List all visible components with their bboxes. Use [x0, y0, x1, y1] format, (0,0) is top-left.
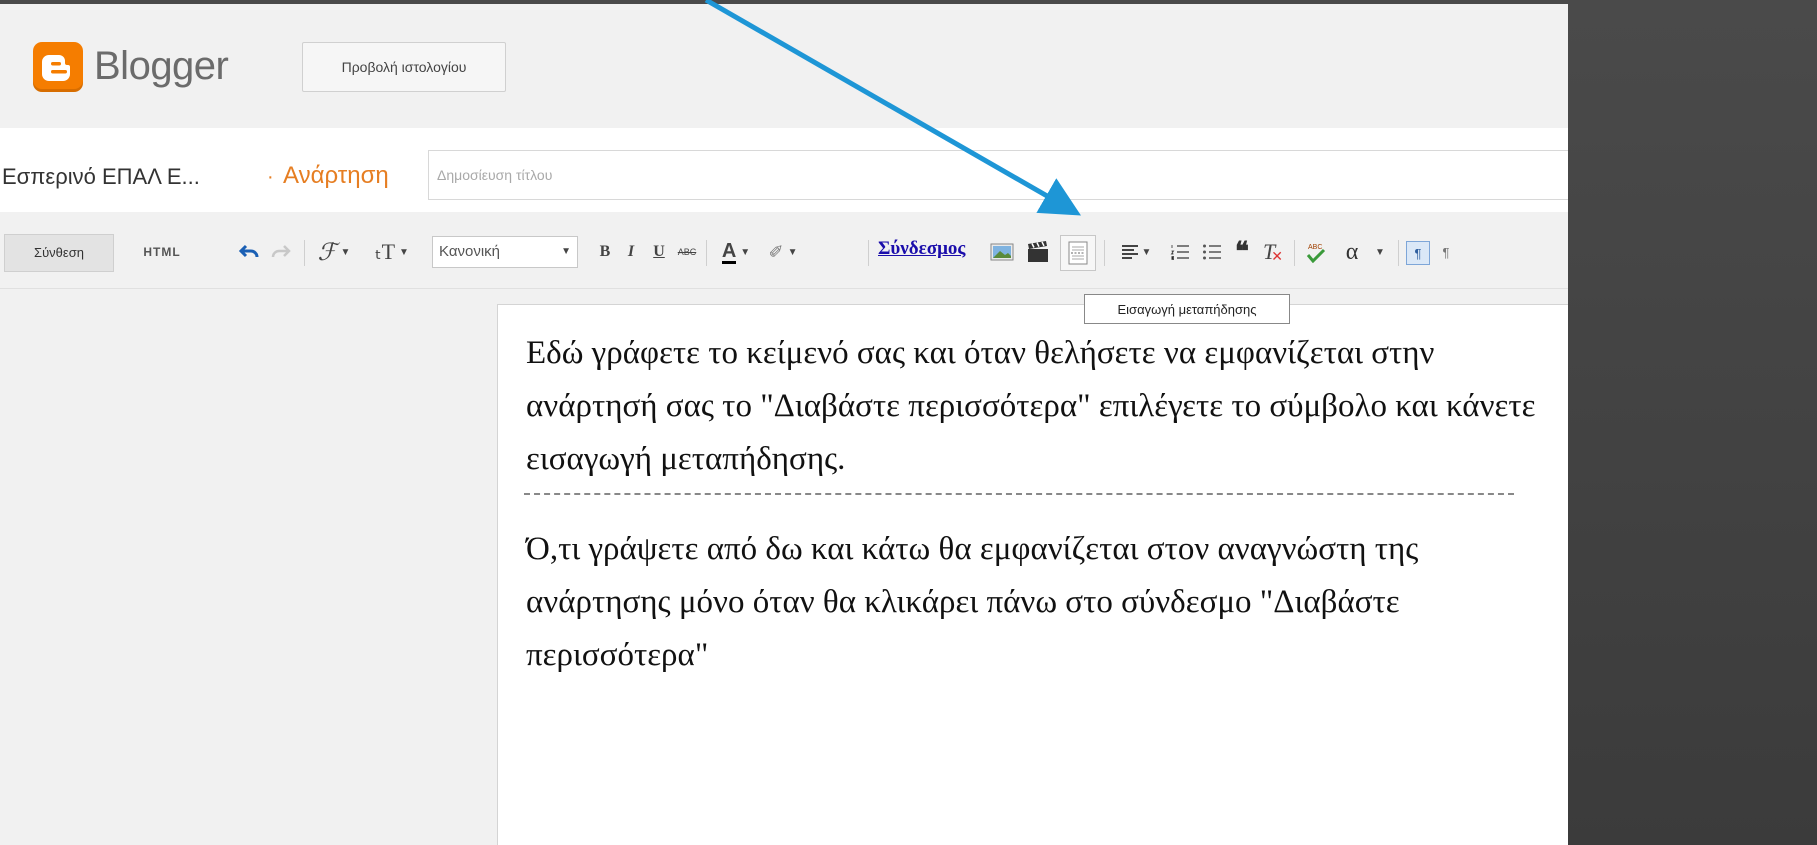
chevron-down-icon: ▼	[561, 246, 571, 257]
insert-image-icon[interactable]	[988, 238, 1016, 266]
link-button[interactable]: Σύνδεσμος	[878, 238, 965, 260]
font-size-icon[interactable]: ₜT ▼	[360, 238, 424, 266]
svg-text:ABC: ABC	[1308, 244, 1322, 251]
toolbar-divider	[1104, 240, 1105, 266]
app-header: Blogger Προβολή ιστολογίου	[0, 4, 1568, 129]
jump-break-tooltip: Εισαγωγή μεταπήδησης	[1084, 294, 1290, 324]
toolbar-divider	[1398, 240, 1399, 266]
chevron-down-icon[interactable]: ▼	[1370, 238, 1390, 266]
text-color-button[interactable]: A ▼	[714, 238, 758, 266]
post-title-bar: Εσπερινό ΕΠΑΛ Ε... · Ανάρτηση	[0, 128, 1568, 213]
blog-name[interactable]: Εσπερινό ΕΠΑΛ Ε...	[2, 164, 200, 190]
jump-break-line	[524, 493, 1514, 495]
rtl-direction-button[interactable]: ¶	[1436, 238, 1456, 266]
bullet-list-icon[interactable]	[1200, 238, 1224, 266]
italic-button[interactable]: I	[620, 238, 642, 266]
view-blog-button[interactable]: Προβολή ιστολογίου	[302, 42, 506, 92]
bold-button[interactable]: B	[594, 238, 616, 266]
special-characters-button[interactable]: α	[1340, 238, 1364, 266]
undo-icon[interactable]	[236, 238, 262, 266]
insert-jump-break-icon[interactable]	[1060, 235, 1096, 271]
spellcheck-icon[interactable]: ABC	[1302, 238, 1330, 266]
editor-paragraph-after-break[interactable]: Ό,τι γράψετε από δω και κάτω θα εμφανίζε…	[526, 523, 1566, 682]
format-select-value: Κανονική	[439, 243, 501, 260]
font-family-icon[interactable]: ℱ ▼	[314, 238, 354, 266]
format-select[interactable]: Κανονική ▼	[432, 236, 578, 268]
ltr-direction-icon: ¶	[1414, 245, 1422, 261]
editor-toolbar: Σύνθεση HTML ℱ ▼ ₜT ▼ Κανονική ▼ B I U ABC…	[0, 212, 1568, 289]
quote-icon[interactable]: ❝	[1230, 237, 1254, 266]
compose-mode-button[interactable]: Σύνθεση	[4, 234, 114, 272]
breadcrumb-separator: ·	[267, 166, 274, 188]
toolbar-divider	[868, 240, 869, 266]
blogger-window: Blogger Προβολή ιστολογίου Εσπερινό ΕΠΑΛ…	[0, 4, 1568, 845]
blogger-logo-icon[interactable]	[33, 42, 83, 92]
underline-button[interactable]: U	[648, 238, 670, 266]
rtl-direction-icon: ¶	[1442, 244, 1450, 260]
insert-video-icon[interactable]	[1024, 238, 1052, 266]
highlight-color-icon[interactable]: ✐ ▼	[764, 238, 802, 266]
post-title-input[interactable]	[428, 150, 1568, 200]
redo-icon[interactable]	[268, 238, 294, 266]
post-editor-area[interactable]: Εδώ γράφετε το κείμενό σας και όταν θελή…	[497, 304, 1568, 845]
html-mode-button[interactable]: HTML	[114, 234, 210, 270]
editor-paragraph-intro[interactable]: Εδώ γράφετε το κείμενό σας και όταν θελή…	[526, 327, 1566, 486]
toolbar-divider	[304, 240, 305, 266]
text-color-icon: A	[721, 239, 737, 264]
numbered-list-icon[interactable]	[1168, 238, 1192, 266]
brand-name: Blogger	[94, 44, 229, 88]
post-label: Ανάρτηση	[283, 162, 389, 189]
align-icon[interactable]: ▼	[1116, 238, 1156, 266]
toolbar-divider	[1294, 240, 1295, 266]
ltr-direction-button[interactable]: ¶	[1406, 241, 1430, 265]
strikethrough-button[interactable]: ABC	[674, 238, 700, 266]
toolbar-divider	[706, 240, 707, 266]
clear-formatting-icon[interactable]: T ✕	[1260, 238, 1286, 266]
